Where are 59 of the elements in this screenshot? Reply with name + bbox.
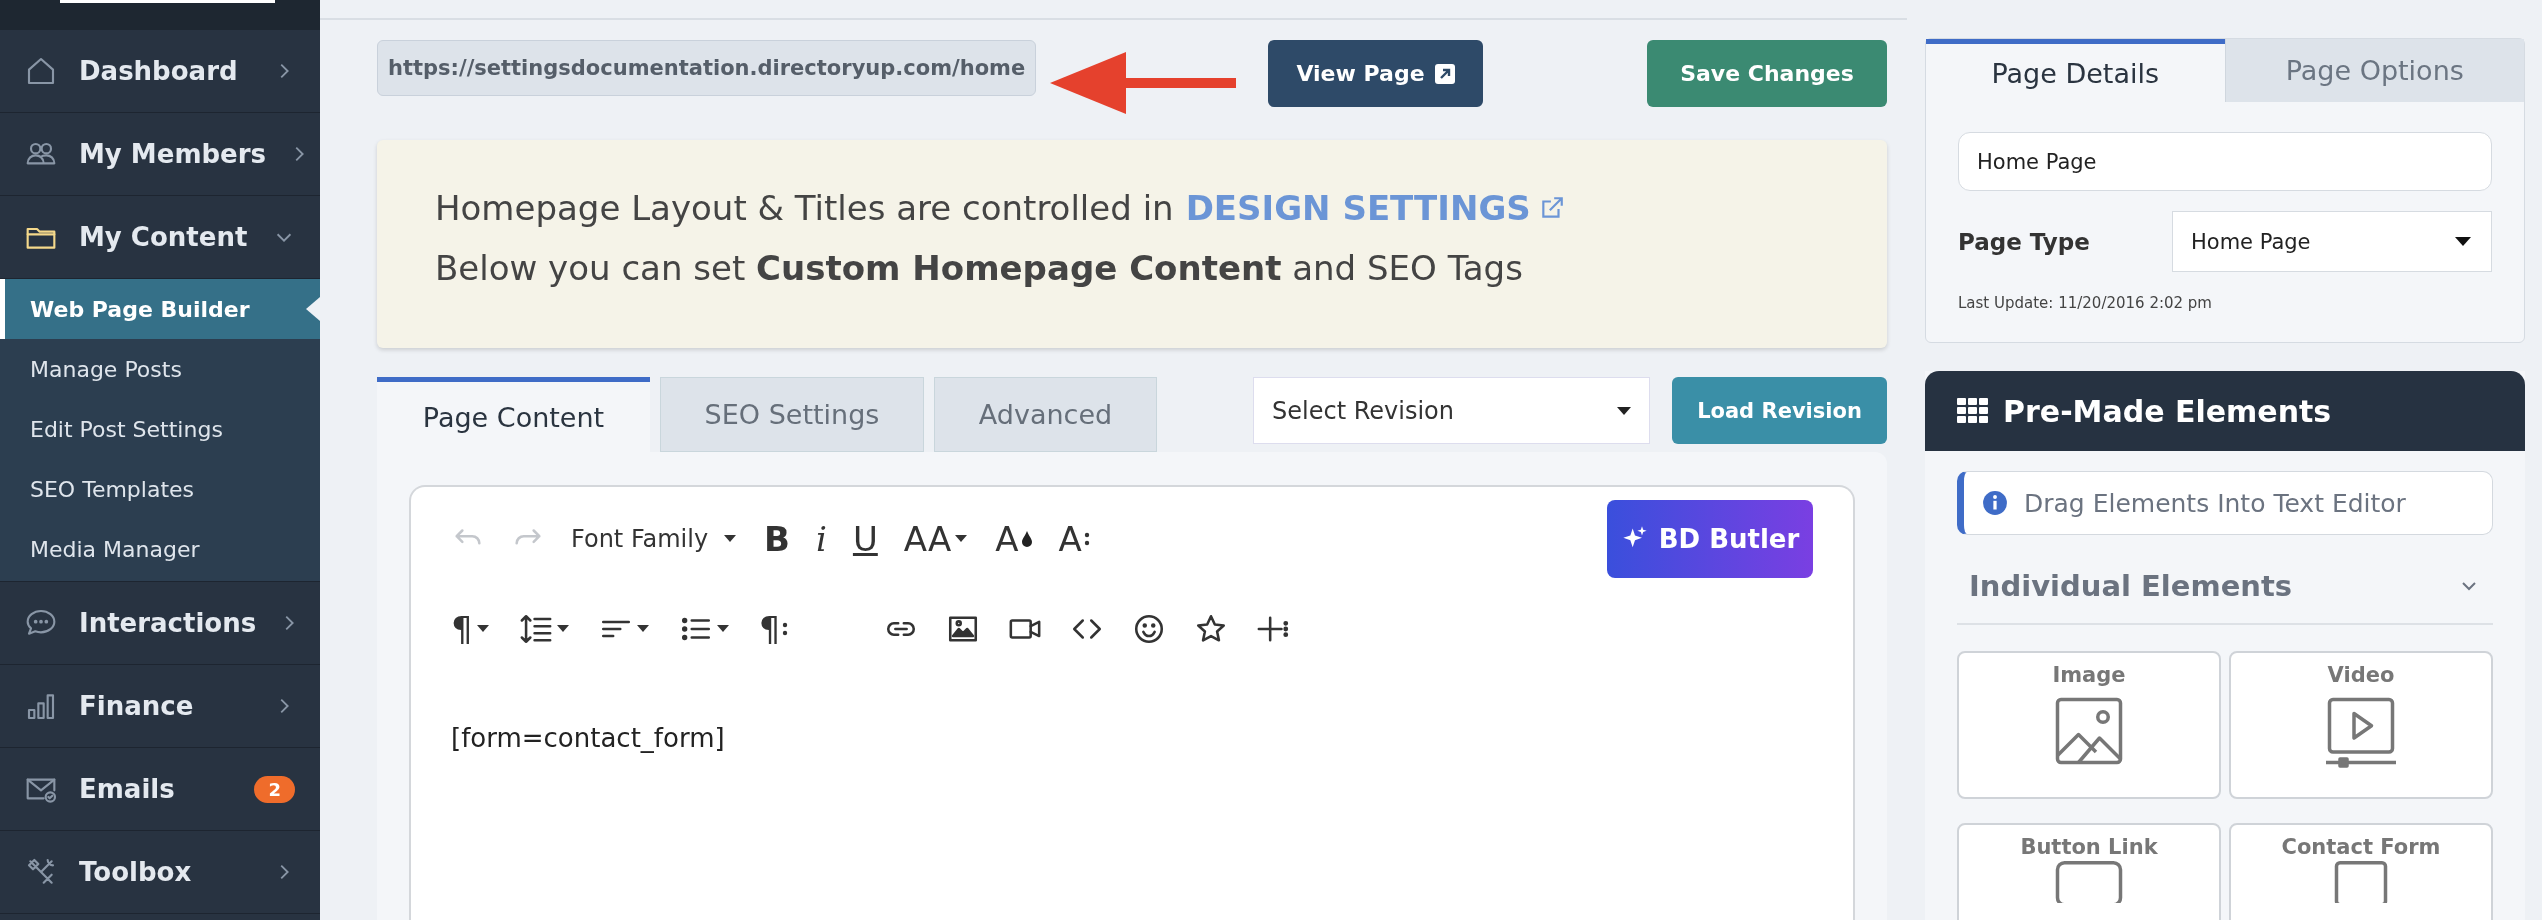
submenu-item[interactable]: Media Manager <box>0 519 320 579</box>
page-name-field[interactable]: Home Page <box>1958 132 2492 191</box>
toolbar-button[interactable]: ¶ <box>451 609 491 649</box>
caret-icon <box>2455 237 2471 246</box>
bd-butler-button[interactable]: BD Butler <box>1607 500 1813 578</box>
element-tile[interactable]: Image <box>1957 651 2221 799</box>
save-changes-button[interactable]: Save Changes <box>1647 40 1887 107</box>
caret-icon[interactable] <box>554 624 571 634</box>
dots-icon <box>782 620 789 638</box>
page-type-label: Page Type <box>1958 228 2091 255</box>
count-badge: 2 <box>254 775 295 803</box>
editor-tab[interactable]: Advanced <box>934 377 1157 452</box>
toolbar-button[interactable]: AA <box>903 519 970 559</box>
toolbar-button[interactable]: i <box>816 519 827 559</box>
line-spacing-icon[interactable] <box>518 612 553 646</box>
caret-icon[interactable] <box>634 624 651 634</box>
sidebar-item[interactable]: Emails 2 <box>0 748 320 831</box>
info-notice: Drag Elements Into Text Editor <box>1957 471 2493 535</box>
view-page-button[interactable]: View Page <box>1268 40 1483 107</box>
toolbar-button[interactable]: A <box>995 519 1033 559</box>
url-field[interactable]: https://settingsdocumentation.directoryup.com/home <box>377 40 1036 96</box>
panel-header: Pre-Made Elements <box>1925 371 2525 451</box>
notice-text: Below you can set Custom Homepage Content and SEO Tags <box>435 248 1524 288</box>
section-header[interactable]: Individual Elements <box>1957 535 2493 625</box>
submenu-item[interactable]: Edit Post Settings <box>0 399 320 459</box>
grid-icon <box>1957 398 1989 424</box>
sidebar-item[interactable]: Dashboard <box>0 30 320 113</box>
toolbar-button[interactable]: B <box>764 519 791 559</box>
sidebar-item[interactable]: Toolbox <box>0 831 320 914</box>
revision-select[interactable]: Select Revision <box>1253 377 1650 444</box>
page-type-select[interactable]: Home Page <box>2172 211 2492 272</box>
toolbar-button[interactable]: U <box>852 519 878 559</box>
info-icon <box>1982 490 2008 516</box>
text-editor[interactable]: Font Family B i U AA A A BD Butler ¶ ¶ [form=contact_form] <box>409 485 1855 920</box>
home-icon <box>25 55 57 87</box>
caret-icon[interactable] <box>714 624 731 634</box>
editor-tab[interactable]: SEO Settings <box>660 377 924 452</box>
last-update-text: Last Update: 11/20/2016 2:02 pm <box>1958 294 2213 312</box>
submenu-item[interactable]: Web Page Builder <box>0 279 320 339</box>
element-tile[interactable]: Contact Form <box>2229 823 2493 920</box>
caret-icon <box>1617 406 1631 415</box>
sidebar-item[interactable]: Interactions <box>0 582 320 665</box>
external-link-icon <box>1434 63 1455 84</box>
toolbar-button[interactable]: A <box>1058 519 1090 559</box>
sidebar-item[interactable]: Finance <box>0 665 320 748</box>
submenu-item[interactable]: SEO Templates <box>0 459 320 519</box>
editor-text: [form=contact_form] <box>451 723 726 753</box>
panel-tab[interactable]: Page Options <box>2224 39 2524 102</box>
submenu-item[interactable]: Manage Posts <box>0 339 320 399</box>
toolbar-button[interactable]: ¶ <box>758 609 789 649</box>
element-tile[interactable]: Button Link <box>1957 823 2221 920</box>
sidebar-item[interactable]: My Members <box>0 113 320 196</box>
notice-text: Homepage Layout & Titles are controlled in <box>435 188 1174 228</box>
toolbar-button[interactable]: Font Family <box>571 525 739 553</box>
load-revision-button[interactable]: Load Revision <box>1672 377 1887 444</box>
element-tile[interactable]: Video <box>2229 651 2493 799</box>
drop-icon <box>1020 531 1033 547</box>
dots-icon <box>1083 530 1090 548</box>
editor-tab[interactable]: Page Content <box>377 377 650 452</box>
